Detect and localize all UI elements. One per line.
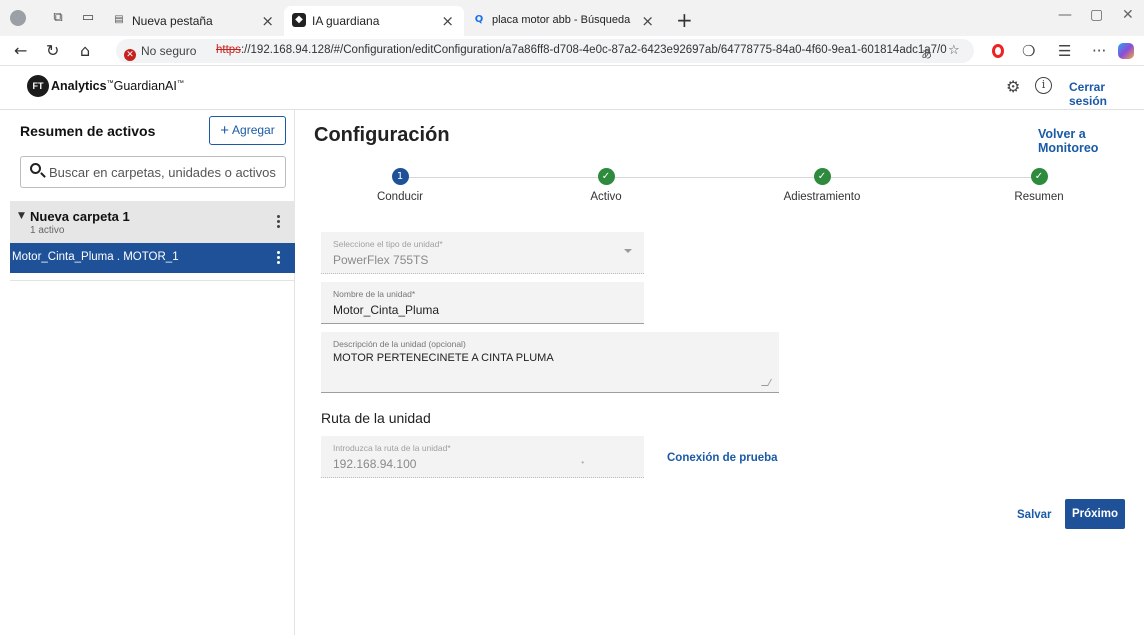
asset-name: Motor_Cinta_Pluma . MOTOR_1 [12,251,179,263]
reload-icon[interactable]: ↻ [46,41,59,60]
close-window-icon[interactable]: ✕ [1122,7,1134,23]
plus-icon: + [220,122,230,139]
search-icon [30,163,41,174]
check-icon: ✓ [597,168,615,185]
check-icon: ✓ [1030,168,1048,185]
browser-essentials-icon[interactable]: ❍ [1022,42,1035,60]
field-indicator-dot: • [581,458,584,467]
back-arrow-icon[interactable]: ← [14,41,27,60]
unit-route-value: 192.168.94.100 [333,457,417,471]
guardian-favicon-icon: ◆ [292,13,306,27]
asset-item-selected[interactable]: Motor_Cinta_Pluma . MOTOR_1 [10,243,295,273]
close-tab-icon[interactable]: × [261,12,274,30]
asset-menu-icon[interactable] [277,251,281,266]
asset-search-input[interactable] [49,162,281,182]
brand-name: Analytics™GuardianAI™ [51,79,184,93]
check-icon: ✓ [813,168,831,185]
favorites-list-icon[interactable]: ☰ [1058,42,1071,60]
step-conducir[interactable]: 1 Conducir [325,168,475,208]
next-button[interactable]: Próximo [1065,499,1125,529]
save-button[interactable]: Salvar [1017,509,1052,521]
tab-new-tab[interactable]: ▤ Nueva pestaña × [104,6,284,36]
settings-gear-icon[interactable]: ⚙ [1006,77,1020,96]
step-resumen[interactable]: ✓ Resumen [964,168,1114,208]
tab-actions-icon[interactable]: ▭ [80,10,96,26]
favorite-star-icon[interactable]: ☆ [948,43,960,58]
address-bar[interactable]: ✕ No seguro https://192.168.94.128/#/Conf… [116,39,974,63]
close-tab-icon[interactable]: × [641,12,654,30]
tab-busqueda[interactable]: Q placa motor abb - Búsqueda Imá × [464,6,664,36]
expand-caret-icon[interactable]: ▼ [18,211,25,221]
step-activo[interactable]: ✓ Activo [531,168,681,208]
security-label: No seguro [141,44,197,58]
unit-type-select[interactable]: Seleccione el tipo de unidad* PowerFlex … [321,232,644,274]
info-icon[interactable]: i [1035,77,1052,94]
minimize-icon[interactable]: — [1058,7,1072,23]
step-label: Adiestramiento [783,191,861,203]
not-secure-icon: ✕ [124,49,136,61]
stepper-line [400,177,1040,178]
unit-description-textarea[interactable]: Descripción de la unidad (opcional) MOTO… [321,332,779,393]
more-options-icon[interactable]: ··· [1092,42,1106,60]
sidebar-divider [10,280,295,281]
ft-logo: FT [27,75,49,97]
home-icon[interactable]: ⌂ [80,41,90,60]
unit-description-label: Descripción de la unidad (opcional) [333,339,466,349]
unit-type-label: Seleccione el tipo de unidad* [333,239,443,249]
resize-handle-icon[interactable] [760,379,773,386]
asset-sidebar: Resumen de activos +Agregar ▼ Nueva carp… [10,110,295,635]
step-label: Conducir [376,191,424,203]
unit-type-value: PowerFlex 755TS [333,253,429,267]
add-button[interactable]: + Agregar [209,116,286,145]
folder-name: Nueva carpeta 1 [30,209,130,224]
workspaces-icon[interactable]: ⧉ [50,10,66,26]
read-aloud-icon[interactable]: ぁ [920,43,933,62]
new-tab-plus-icon[interactable]: + [676,8,693,32]
dropdown-caret-icon [624,249,632,253]
asset-search-box[interactable] [20,156,286,188]
unit-name-label: Nombre de la unidad* [333,289,416,299]
unit-name-field[interactable]: Nombre de la unidad* Motor_Cinta_Pluma [321,282,644,324]
folder-count: 1 activo [30,225,65,236]
url-text[interactable]: https://192.168.94.128/#/Configuration/e… [216,44,947,56]
folder-item[interactable]: ▼ Nueva carpeta 1 1 activo [10,201,295,243]
page-title: Configuración [314,124,450,146]
tab-title: placa motor abb - Búsqueda Imá [492,14,632,26]
test-connection-link[interactable]: Conexión de prueba [667,452,778,464]
route-section-title: Ruta de la unidad [321,410,431,426]
sidebar-title: Resumen de activos [20,123,156,139]
folder-menu-icon[interactable] [277,215,281,230]
step-label: Activo [590,191,622,203]
profile-icon[interactable] [10,10,26,26]
browser-toolbar: ← ↻ ⌂ ✕ No seguro https://192.168.94.128/… [0,36,1144,66]
tab-ia-guardiana[interactable]: ◆ IA guardiana × [284,6,464,36]
step-label: Resumen [1014,191,1064,203]
close-tab-icon[interactable]: × [441,12,454,30]
tab-title: Nueva pestaña [132,14,213,28]
tab-title: IA guardiana [312,14,380,28]
step-number-badge: 1 [391,168,409,185]
search-favicon-icon: Q [474,14,484,25]
logout-link[interactable]: Cerrar sesión [1069,80,1144,108]
back-to-monitoring-link[interactable]: Volver a Monitoreo [1038,127,1144,155]
new-tab-icon: ▤ [114,14,124,25]
browser-tab-strip: ⧉ ▭ ▤ Nueva pestaña × ◆ IA guardiana × Q… [0,0,1144,36]
copilot-icon[interactable] [1118,43,1134,59]
opera-extension-icon[interactable] [992,44,1004,58]
maximize-icon[interactable]: ▢ [1090,7,1103,23]
unit-name-value: Motor_Cinta_Pluma [333,303,440,317]
app-header: FT Analytics™GuardianAI™ ⚙ i Cerrar sesi… [0,66,1144,110]
step-adiestramiento[interactable]: ✓ Adiestramiento [747,168,897,208]
security-indicator[interactable]: ✕ No seguro [124,44,196,61]
unit-route-field[interactable]: Introduzca la ruta de la unidad* 192.168… [321,436,644,478]
unit-description-value: MOTOR PERTENECINETE A CINTA PLUMA [333,352,554,364]
unit-route-label: Introduzca la ruta de la unidad* [333,443,451,453]
